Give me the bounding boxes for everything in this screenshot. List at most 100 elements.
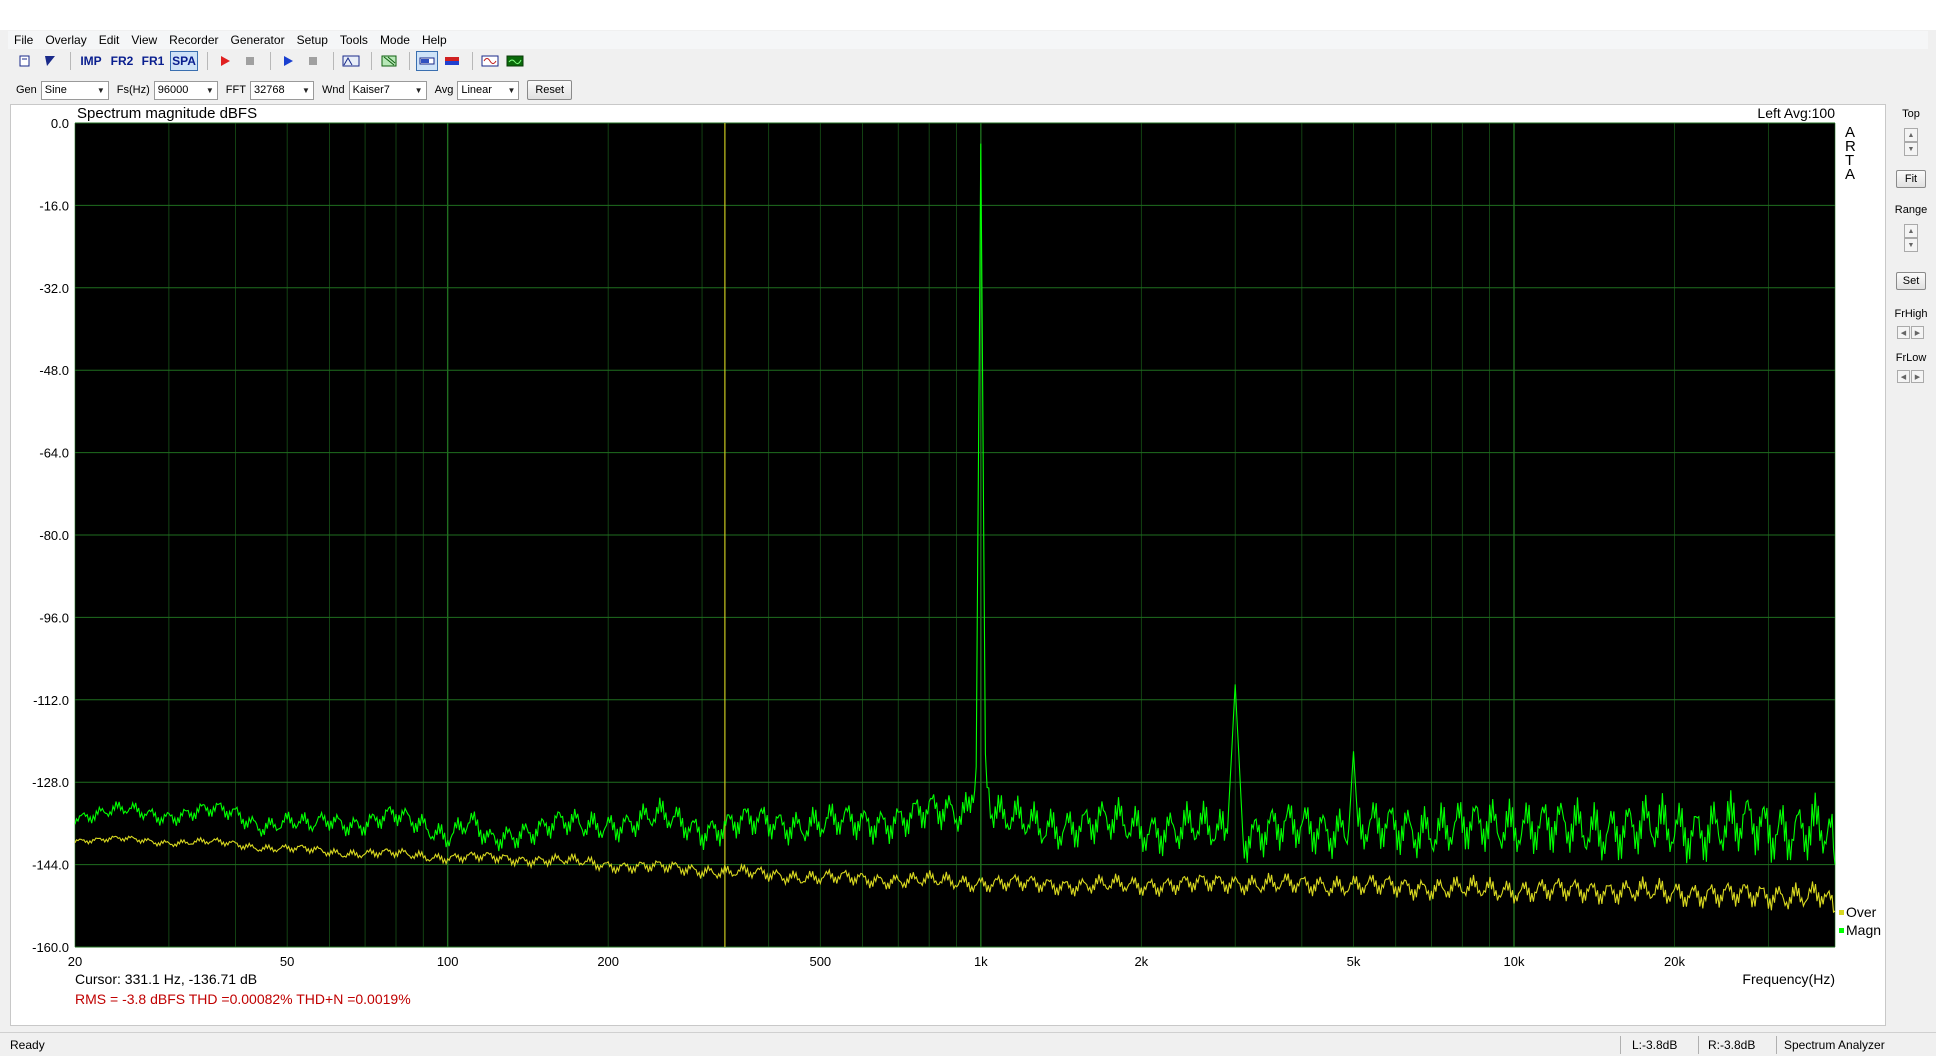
x-tick-label: 500 [809,954,831,969]
frlow-right-button[interactable]: ▶ [1911,370,1924,383]
frlow-left-button[interactable]: ◀ [1897,370,1910,383]
chevron-down-icon: ▼ [1907,145,1915,153]
fr1-mode-button[interactable]: FR1 [139,51,167,71]
chevron-down-icon: ▼ [414,85,423,95]
chevron-right-icon: ▶ [1914,373,1921,381]
menu-bar: File Overlay Edit View Recorder Generato… [8,31,1928,49]
menu-help[interactable]: Help [416,31,453,49]
menu-recorder[interactable]: Recorder [163,31,224,49]
toolbar-separator [333,52,334,70]
toolbar-separator [409,52,410,70]
range-down-button[interactable]: ▼ [1904,238,1918,252]
level-meter-button[interactable] [416,51,438,71]
arta-window: File Overlay Edit View Recorder Generato… [0,0,1936,1056]
range-label: Range [1894,204,1928,216]
menu-file[interactable]: File [8,31,39,49]
cursor-readout: Cursor: 331.1 Hz, -136.71 dB [75,971,257,987]
new-document-button[interactable] [14,51,36,71]
legend-label: Over [1846,904,1877,920]
menu-view[interactable]: View [125,31,163,49]
fft-size-select[interactable]: 32768 ▼ [249,80,314,100]
averaging-value: Linear [461,84,492,96]
y-tick-label: 0.0 [51,116,69,131]
toolbar-separator [270,52,271,70]
x-tick-label: 5k [1347,954,1361,969]
colorbar-icon [445,57,459,65]
status-mode: Spectrum Analyzer [1784,1038,1885,1052]
gen-label: Gen [16,84,37,96]
generator-value: Sine [44,84,67,96]
menu-tools[interactable]: Tools [334,31,374,49]
frhigh-left-button[interactable]: ◀ [1897,326,1910,339]
y-tick-label: -16.0 [39,198,69,213]
x-tick-label: 100 [437,954,459,969]
color-bar-button[interactable] [441,51,463,71]
range-up-button[interactable]: ▲ [1904,224,1918,238]
spectrum-chart[interactable]: Spectrum magnitude dBFS Left Avg:100 Fre… [11,105,1887,1027]
spectrum-mode-button[interactable]: SPA [170,51,198,71]
sample-rate-select[interactable]: 96000 ▼ [153,80,218,100]
fft-size-value: 32768 [253,84,285,96]
y-tick-label: -32.0 [39,281,69,296]
x-axis-label: Frequency(Hz) [1742,971,1835,987]
menu-generator[interactable]: Generator [225,31,291,49]
window-select[interactable]: Kaiser7 ▼ [348,80,427,100]
top-up-button[interactable]: ▲ [1904,128,1918,142]
chevron-left-icon: ◀ [1900,373,1907,381]
fs-label: Fs(Hz) [116,84,150,96]
analyzer-controls: Gen Sine ▼ Fs(Hz) 96000 ▼ FFT 32768 ▼ Wnd K… [8,79,1928,101]
window-value: Kaiser7 [352,84,390,96]
chevron-right-icon: ▶ [1914,329,1921,337]
set-button[interactable]: Set [1896,272,1926,290]
fft-label: FFT [225,84,246,96]
menu-setup[interactable]: Setup [291,31,334,49]
status-divider [1776,1036,1777,1054]
menu-mode[interactable]: Mode [374,31,416,49]
frhigh-right-button[interactable]: ▶ [1911,326,1924,339]
top-down-button[interactable]: ▼ [1904,142,1918,156]
y-tick-label: -144.0 [32,858,69,873]
abc-settings-button[interactable] [340,51,362,71]
generator-stop-button[interactable] [302,51,324,71]
hatch-icon [381,55,397,67]
open-button[interactable] [39,51,61,71]
spectrum-view-button[interactable] [504,51,526,71]
reset-button[interactable]: Reset [527,80,573,100]
record-stop-button[interactable] [239,51,261,71]
menu-overlay[interactable]: Overlay [39,31,92,49]
fit-button[interactable]: Fit [1896,170,1926,188]
averaging-select[interactable]: Linear ▼ [457,80,520,100]
spectrum-icon [506,55,524,67]
frhigh-label: FrHigh [1894,308,1928,320]
fr2-mode-button[interactable]: FR2 [108,51,136,71]
chevron-up-icon: ▲ [1907,131,1915,139]
y-tick-label: -96.0 [39,610,69,625]
sample-rate-value: 96000 [157,84,189,96]
play-red-icon [221,56,230,66]
legend-swatch [1839,928,1844,933]
generator-select[interactable]: Sine ▼ [40,80,109,100]
y-tick-label: -112.0 [33,693,69,708]
status-ready: Ready [10,1038,45,1052]
stop-icon [309,57,317,65]
impulse-mode-button[interactable]: IMP [77,51,105,71]
record-start-button[interactable] [214,51,236,71]
x-tick-label: 2k [1134,954,1148,969]
legend: Over Magn [1839,904,1881,938]
status-bar: Ready L:-3.8dB R:-3.8dB Spectrum Analyze… [0,1032,1936,1056]
oscilloscope-button[interactable] [479,51,501,71]
meter-icon [419,57,435,65]
stop-icon [246,57,254,65]
x-tick-label: 20k [1664,954,1685,969]
chevron-down-icon: ▼ [205,85,214,95]
toolbar-separator [371,52,372,70]
measurements-readout: RMS = -3.8 dBFS THD =0.00082% THD+N =0.0… [75,991,411,1007]
generator-start-button[interactable] [277,51,299,71]
y-tick-label: -64.0 [39,446,69,461]
hatch-pattern-button[interactable] [378,51,400,71]
menu-edit[interactable]: Edit [93,31,126,49]
chevron-down-icon: ▼ [1907,241,1915,249]
status-left-level: L:-3.8dB [1632,1038,1678,1052]
toolbar-separator [472,52,473,70]
top-label: Top [1902,108,1920,120]
